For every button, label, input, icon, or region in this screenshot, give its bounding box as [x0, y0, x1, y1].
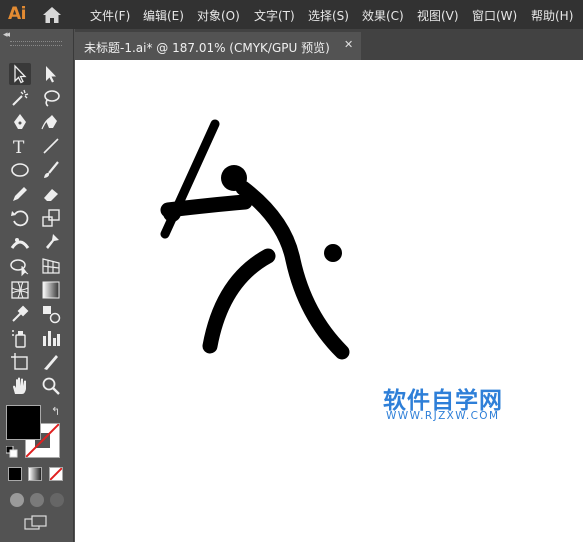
close-icon[interactable]: ✕ [344, 38, 353, 51]
width-tool-icon[interactable] [9, 231, 31, 253]
magic-wand-tool-icon[interactable] [9, 87, 31, 109]
blend-tool-icon[interactable] [40, 303, 62, 325]
column-graph-tool-icon[interactable] [40, 327, 62, 349]
screen-mode-icon[interactable] [24, 515, 48, 531]
hand-tool-icon[interactable] [9, 375, 31, 397]
ball [324, 244, 342, 262]
document-tab-title: 未标题-1.ai* @ 187.01% (CMYK/GPU 预览) [84, 41, 330, 55]
swap-colors-icon[interactable]: ↰ [51, 405, 60, 418]
eyedropper-tool-icon[interactable] [9, 303, 31, 325]
symbol-sprayer-tool-icon[interactable] [9, 327, 31, 349]
menu-type[interactable]: 文字(T) [254, 7, 295, 24]
document-tab-bar: 未标题-1.ai* @ 187.01% (CMYK/GPU 预览) ✕ [75, 29, 583, 60]
artboard-tool-icon[interactable] [9, 351, 31, 373]
default-colors-icon[interactable] [6, 446, 18, 458]
scale-tool-icon[interactable] [40, 207, 62, 229]
draw-normal-icon[interactable] [10, 493, 24, 507]
menu-window[interactable]: 窗口(W) [472, 7, 517, 24]
paintbrush-tool-icon[interactable] [40, 159, 62, 181]
puppet-warp-tool-icon[interactable] [40, 231, 62, 253]
pen-tool-icon[interactable] [9, 111, 31, 133]
baseball-batter-artwork[interactable] [75, 60, 583, 542]
menu-help[interactable]: 帮助(H) [531, 7, 573, 24]
shape-builder-tool-icon[interactable] [9, 255, 31, 277]
zoom-tool-icon[interactable] [40, 375, 62, 397]
menu-edit[interactable]: 编辑(E) [143, 7, 184, 24]
gradient-tool-icon[interactable] [40, 279, 62, 301]
artboard-canvas[interactable] [75, 60, 583, 542]
svg-text:T: T [13, 138, 25, 157]
ellipse-tool-icon[interactable] [9, 159, 31, 181]
pencil-tool-icon[interactable] [9, 183, 31, 205]
slice-tool-icon[interactable] [40, 351, 62, 373]
document-tab[interactable]: 未标题-1.ai* @ 187.01% (CMYK/GPU 预览) ✕ [75, 32, 361, 60]
menu-file[interactable]: 文件(F) [90, 7, 130, 24]
none-mode-button[interactable] [49, 467, 63, 481]
gradient-mode-button[interactable] [28, 467, 42, 481]
color-mode-button[interactable] [8, 467, 22, 481]
menu-object[interactable]: 对象(O) [197, 7, 240, 24]
menu-view[interactable]: 视图(V) [417, 7, 459, 24]
draw-behind-icon[interactable] [30, 493, 44, 507]
direct-selection-tool-icon[interactable] [40, 63, 62, 85]
collapse-panel-button[interactable]: ◂◂ [3, 30, 10, 40]
type-tool-icon[interactable]: T [9, 135, 31, 158]
draw-inside-icon[interactable] [50, 493, 64, 507]
panel-grip[interactable] [10, 41, 62, 46]
selection-tool-icon[interactable] [9, 63, 31, 85]
eraser-tool-icon[interactable] [40, 183, 62, 205]
watermark-url: WWW.RJZXW.COM [386, 410, 500, 422]
head [221, 165, 247, 191]
home-icon[interactable] [42, 6, 62, 24]
mesh-tool-icon[interactable] [9, 279, 31, 301]
hands [163, 204, 181, 222]
perspective-grid-tool-icon[interactable] [40, 255, 62, 277]
menu-bar: Ai 文件(F) 编辑(E) 对象(O) 文字(T) 选择(S) 效果(C) 视… [0, 0, 583, 29]
menu-select[interactable]: 选择(S) [308, 7, 349, 24]
rotate-tool-icon[interactable] [9, 207, 31, 229]
curvature-tool-icon[interactable] [40, 111, 62, 133]
menu-effect[interactable]: 效果(C) [362, 7, 404, 24]
front-leg [202, 248, 276, 354]
app-logo: Ai [8, 4, 26, 24]
fill-color-swatch-front[interactable] [6, 405, 41, 440]
line-segment-tool-icon[interactable] [40, 135, 62, 157]
lasso-tool-icon[interactable] [40, 87, 62, 109]
